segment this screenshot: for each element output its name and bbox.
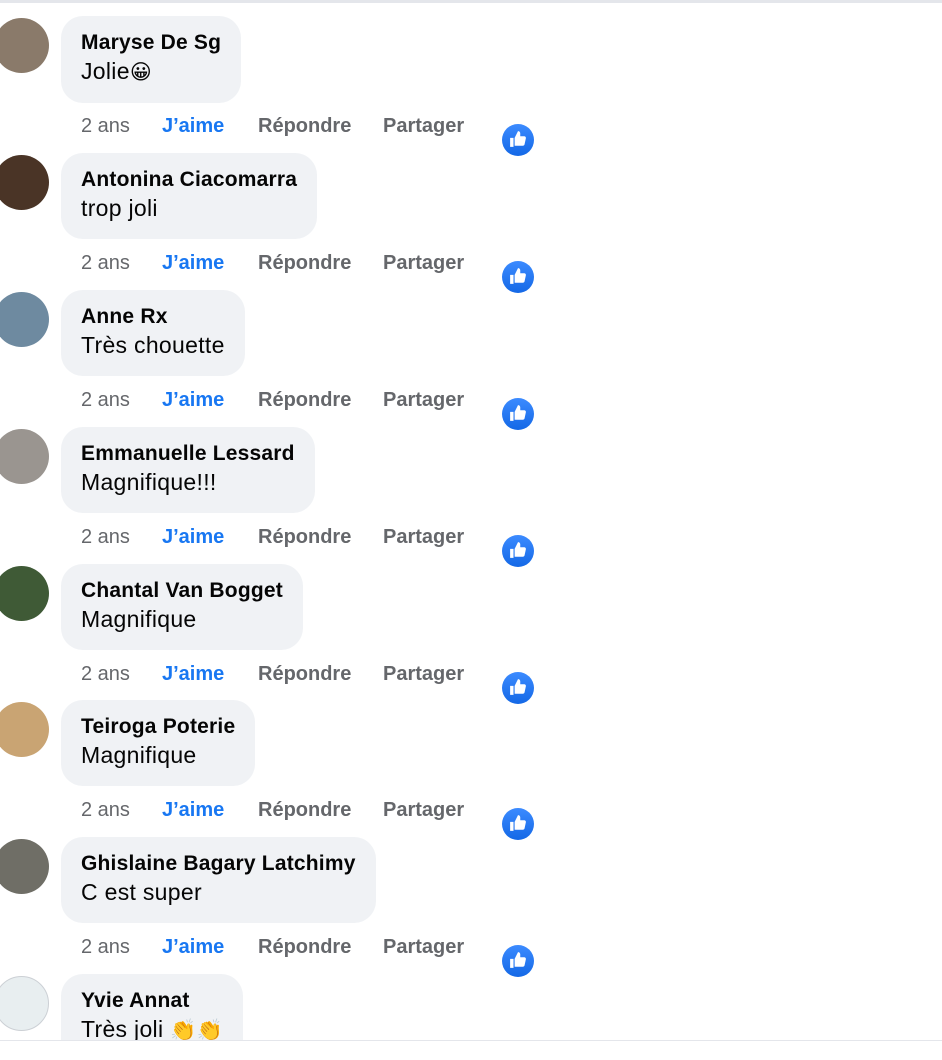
- share-button[interactable]: Partager: [383, 522, 464, 552]
- comment-bubble: Maryse De Sg Jolie😀: [61, 16, 242, 103]
- comment-bubble: Ghislaine Bagary Latchimy C est super: [61, 837, 376, 923]
- reply-button[interactable]: Répondre: [258, 522, 351, 552]
- comment-text: trop joli: [81, 195, 158, 221]
- thumbs-up-icon[interactable]: [502, 398, 534, 430]
- avatar[interactable]: [0, 155, 49, 210]
- comment: Teiroga Poterie Magnifique 2 ans J’aime …: [0, 700, 942, 840]
- comment-bubble: Yvie Annat Très joli 👏👏: [61, 974, 243, 1040]
- comment: Ghislaine Bagary Latchimy C est super 2 …: [0, 837, 942, 977]
- share-button[interactable]: Partager: [383, 111, 464, 141]
- top-border: [0, 0, 942, 3]
- like-button[interactable]: J’aime: [162, 111, 224, 141]
- comment-bubble: Emmanuelle Lessard Magnifique!!!: [61, 427, 315, 513]
- like-button[interactable]: J’aime: [162, 385, 224, 415]
- thumbs-up-icon[interactable]: [502, 124, 534, 156]
- share-button[interactable]: Partager: [383, 385, 464, 415]
- thumbs-up-icon[interactable]: [502, 945, 534, 977]
- comment-text: Magnifique: [81, 606, 197, 632]
- reply-button[interactable]: Répondre: [258, 659, 351, 689]
- comment-bubble: Chantal Van Bogget Magnifique: [61, 564, 303, 650]
- thumbs-up-icon[interactable]: [502, 535, 534, 567]
- comment-timestamp[interactable]: 2 ans: [81, 659, 130, 689]
- share-button[interactable]: Partager: [383, 932, 464, 962]
- avatar[interactable]: [0, 702, 49, 757]
- avatar[interactable]: [0, 18, 49, 73]
- comment-bubble: Anne Rx Très chouette: [61, 290, 245, 376]
- comment: Chantal Van Bogget Magnifique 2 ans J’ai…: [0, 564, 942, 704]
- comment-text: C est super: [81, 879, 202, 905]
- comment-author[interactable]: Ghislaine Bagary Latchimy: [81, 851, 356, 877]
- avatar[interactable]: [0, 429, 49, 484]
- comment: Yvie Annat Très joli 👏👏: [0, 974, 942, 1040]
- avatar[interactable]: [0, 566, 49, 621]
- comment-timestamp[interactable]: 2 ans: [81, 795, 130, 825]
- share-button[interactable]: Partager: [383, 795, 464, 825]
- comment: Antonina Ciacomarra trop joli 2 ans J’ai…: [0, 153, 942, 293]
- avatar[interactable]: [0, 839, 49, 894]
- avatar[interactable]: [0, 292, 49, 347]
- comment-author[interactable]: Emmanuelle Lessard: [81, 441, 295, 467]
- share-button[interactable]: Partager: [383, 659, 464, 689]
- bottom-border: [0, 1040, 942, 1041]
- reply-button[interactable]: Répondre: [258, 385, 351, 415]
- thumbs-up-icon[interactable]: [502, 808, 534, 840]
- like-button[interactable]: J’aime: [162, 248, 224, 278]
- thumbs-up-icon[interactable]: [502, 261, 534, 293]
- comment-timestamp[interactable]: 2 ans: [81, 248, 130, 278]
- reply-button[interactable]: Répondre: [258, 932, 351, 962]
- share-button[interactable]: Partager: [383, 248, 464, 278]
- comment-timestamp[interactable]: 2 ans: [81, 385, 130, 415]
- clapping-hands-emoji: 👏👏: [170, 1018, 223, 1040]
- reply-button[interactable]: Répondre: [258, 248, 351, 278]
- comment: Maryse De Sg Jolie😀 2 ans J’aime Répondr…: [0, 16, 942, 156]
- avatar[interactable]: [0, 976, 49, 1031]
- comment-text: Magnifique: [81, 742, 197, 768]
- grinning-emoji: 😀: [129, 60, 153, 84]
- comment-author[interactable]: Teiroga Poterie: [81, 714, 235, 740]
- comment-text: Jolie😀: [81, 58, 153, 84]
- comment-text: Magnifique!!!: [81, 469, 217, 495]
- reply-button[interactable]: Répondre: [258, 795, 351, 825]
- comment-author[interactable]: Chantal Van Bogget: [81, 578, 283, 604]
- comment-bubble: Antonina Ciacomarra trop joli: [61, 153, 318, 239]
- comment-author[interactable]: Yvie Annat: [81, 988, 223, 1014]
- comment: Emmanuelle Lessard Magnifique!!! 2 ans J…: [0, 427, 942, 567]
- comment-text: Très chouette: [81, 332, 225, 358]
- like-button[interactable]: J’aime: [162, 795, 224, 825]
- comment-timestamp[interactable]: 2 ans: [81, 111, 130, 141]
- like-button[interactable]: J’aime: [162, 522, 224, 552]
- comment-text: Très joli 👏👏: [81, 1016, 223, 1040]
- reply-button[interactable]: Répondre: [258, 111, 351, 141]
- comment: Anne Rx Très chouette 2 ans J’aime Répon…: [0, 290, 942, 430]
- comment-timestamp[interactable]: 2 ans: [81, 932, 130, 962]
- comment-author[interactable]: Antonina Ciacomarra: [81, 167, 297, 193]
- comment-timestamp[interactable]: 2 ans: [81, 522, 130, 552]
- like-button[interactable]: J’aime: [162, 932, 224, 962]
- comment-bubble: Teiroga Poterie Magnifique: [61, 700, 256, 786]
- like-button[interactable]: J’aime: [162, 659, 224, 689]
- comment-author[interactable]: Anne Rx: [81, 304, 225, 330]
- comment-author[interactable]: Maryse De Sg: [81, 30, 221, 56]
